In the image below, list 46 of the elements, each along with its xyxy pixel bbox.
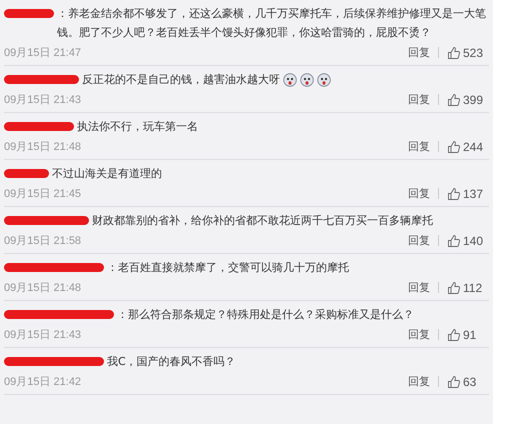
like-button[interactable]: 523 [447,46,489,60]
thumbs-up-icon [447,280,461,294]
comment-time: 09月15日 21:48 [4,281,82,295]
reply-link[interactable]: 回复 [408,45,430,60]
reply-link[interactable]: 回复 [408,186,430,201]
like-button[interactable]: 399 [447,92,489,106]
like-button[interactable]: 244 [447,140,489,154]
reply-link[interactable]: 回复 [408,233,430,248]
redaction-mark [4,169,49,178]
comment-text: 不过山海关是有道理的 [52,166,162,182]
comment-time: 09月15日 21:47 [4,46,82,60]
comment-text: 执法你不行，玩车第一名 [77,119,198,135]
comment-text: 我C，国产的春风不香吗？ [107,354,236,370]
reply-link[interactable]: 回复 [408,327,430,342]
thumbs-up-icon [447,234,461,248]
comment-text: 反正花的不是自己的钱，越害油水越大呀 [82,72,280,88]
like-button[interactable]: 63 [447,374,489,388]
thumbs-up-icon [447,374,461,388]
comment-time: 09月15日 21:43 [4,328,82,342]
comment-time: 09月15日 21:42 [4,375,82,389]
comment-text: ：那么符合那条规定？特殊用处是什么？采购标准又是什么？ [117,307,414,323]
like-button[interactable]: 140 [447,234,489,248]
reply-link[interactable]: 回复 [408,139,430,154]
comment-text: ：老百姓直接就禁摩了，交警可以骑几十万的摩托 [107,260,349,276]
thumbs-up-icon [447,328,461,342]
reply-link[interactable]: 回复 [408,92,430,107]
comment-time: 09月15日 21:45 [4,187,82,201]
face-emoji-icon [317,73,331,87]
reply-link[interactable]: 回复 [408,374,430,389]
reply-link[interactable]: 回复 [408,280,430,295]
like-button[interactable]: 91 [447,328,489,342]
thumbs-up-icon [447,186,461,200]
thumbs-up-icon [447,46,461,60]
redaction-mark [4,122,74,131]
comment-time: 09月15日 21:58 [4,234,82,248]
comment-time: 09月15日 21:48 [4,140,82,154]
comment-text: 财政都靠别的省补，给你补的省都不敢花近两千七百万买一百多辆摩托 [92,213,433,229]
face-emoji-icon [300,73,314,87]
like-button[interactable]: 112 [447,280,489,294]
face-emoji-icon [283,73,297,87]
like-button[interactable]: 137 [447,186,489,200]
thumbs-up-icon [447,92,461,106]
thumbs-up-icon [447,140,461,154]
redaction-mark [4,9,54,18]
comment-text: ：养老金结余都不够发了，还这么豪横，几千万买摩托车，后续保养维护修理又是一大笔钱。肥了不少人吧？老百姓丢半个馒头好像犯罪，你这哈雷骑的，屁股不烫？ [57,6,487,41]
comment-time: 09月15日 21:43 [4,93,82,107]
